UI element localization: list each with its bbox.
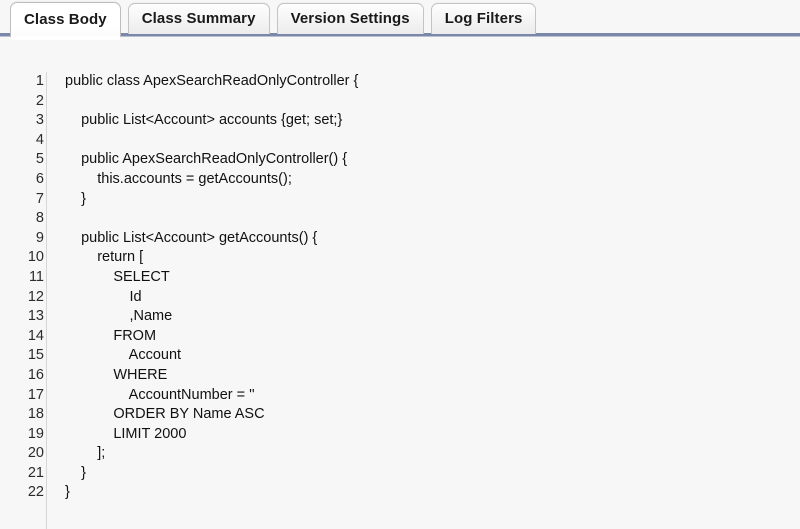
line-number: 1 xyxy=(35,73,44,89)
tab-class-body-label: Class Body xyxy=(24,11,107,28)
line-number: 17 xyxy=(27,386,44,403)
code-line: this.accounts = getAccounts(); xyxy=(65,170,292,187)
code-line: public List<Account> getAccounts() { xyxy=(65,229,318,246)
line-number: 20 xyxy=(27,445,44,462)
code-line: FROM xyxy=(65,327,157,344)
code-editor[interactable]: 1 2 3 4 5 6 7 8 9 10 11 12 13 14 15 16 17 18 19 20 21 22 publ… xyxy=(0,72,800,529)
code-line: ,Name xyxy=(65,308,173,325)
code-line: Account xyxy=(65,347,182,364)
code-line: } xyxy=(65,484,70,501)
tab-list: Class Body Class Summary Version Setting… xyxy=(10,2,537,40)
line-number: 13 xyxy=(27,308,44,325)
code-line: } xyxy=(65,190,86,207)
line-number: 21 xyxy=(27,464,44,481)
line-number: 5 xyxy=(35,151,44,168)
line-number: 4 xyxy=(35,131,44,148)
line-number: 12 xyxy=(27,288,44,305)
line-number: 22 xyxy=(27,484,44,501)
code-line: Id xyxy=(65,288,142,305)
line-number: 6 xyxy=(35,170,44,187)
line-number: 10 xyxy=(27,249,44,266)
tab-bar: Class Body Class Summary Version Setting… xyxy=(0,0,800,40)
code-line: return [ xyxy=(65,249,144,266)
tab-class-body[interactable]: Class Body xyxy=(10,2,121,40)
tab-log-filters[interactable]: Log Filters xyxy=(430,3,537,34)
code-line: LIMIT 2000 xyxy=(65,425,187,442)
code-line: public ApexSearchReadOnlyController() { xyxy=(65,151,348,168)
line-number: 9 xyxy=(35,229,44,246)
code-line: public class ApexSearchReadOnlyControlle… xyxy=(65,73,359,89)
line-number: 8 xyxy=(35,210,44,227)
code-line: SELECT xyxy=(65,268,170,285)
code-content[interactable]: public class ApexSearchReadOnlyControlle… xyxy=(47,72,800,529)
line-number-gutter: 1 2 3 4 5 6 7 8 9 10 11 12 13 14 15 16 17 18 19 20 21 22 xyxy=(0,72,47,529)
tab-class-summary-label: Class Summary xyxy=(141,10,256,27)
code-line: public List<Account> accounts {get; set;… xyxy=(65,112,343,129)
code-line: } xyxy=(65,464,86,481)
code-line: AccountNumber = '' xyxy=(65,386,255,403)
tab-version-settings-label: Version Settings xyxy=(290,10,410,27)
line-number: 19 xyxy=(27,425,44,442)
line-number: 11 xyxy=(28,268,44,285)
code-line: ORDER BY Name ASC xyxy=(65,406,265,423)
tab-log-filters-label: Log Filters xyxy=(444,10,523,27)
line-number: 15 xyxy=(27,347,44,364)
line-number: 14 xyxy=(27,327,44,344)
line-number: 18 xyxy=(27,406,44,423)
code-line: WHERE xyxy=(65,366,168,383)
line-number: 7 xyxy=(35,190,44,207)
tab-class-summary[interactable]: Class Summary xyxy=(127,3,270,34)
line-number: 2 xyxy=(35,92,44,109)
code-line: ]; xyxy=(65,445,106,462)
code-editor-panel: 1 2 3 4 5 6 7 8 9 10 11 12 13 14 15 16 17 18 19 20 21 22 publ… xyxy=(0,37,800,529)
line-number: 16 xyxy=(27,366,44,383)
tab-version-settings[interactable]: Version Settings xyxy=(276,3,424,34)
line-number: 3 xyxy=(35,112,44,129)
